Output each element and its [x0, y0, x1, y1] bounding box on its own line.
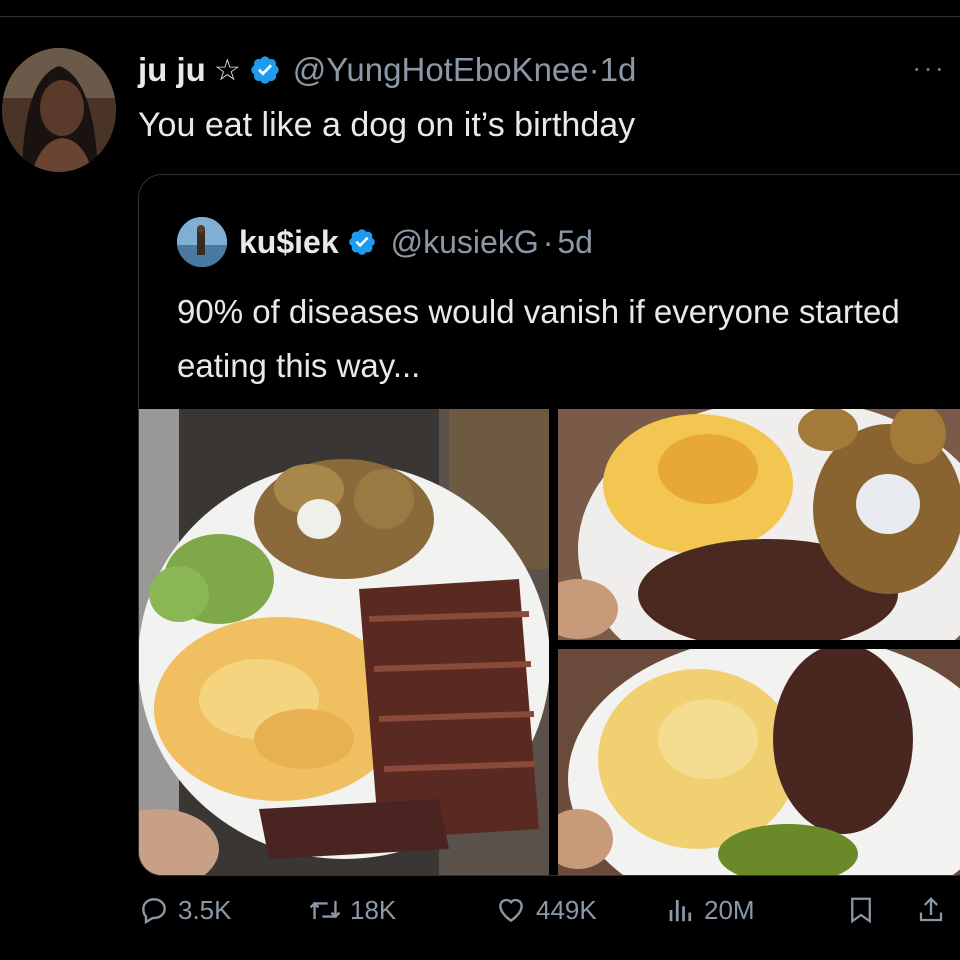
verified-icon: [348, 229, 375, 255]
quoted-tweet[interactable]: ku$iek @kusiekG · 5d 90% of diseases wou…: [138, 174, 960, 876]
quote-time-separator: ·: [542, 223, 554, 260]
reply-icon: [142, 898, 166, 925]
plate-eggs-beef-potatoes: [558, 409, 960, 640]
media-image-1[interactable]: [139, 409, 549, 875]
tweet-header: ju ju ☆ @YungHotEboKnee · 1d: [138, 48, 636, 92]
quote-header: ku$iek @kusiekG · 5d: [239, 217, 593, 267]
views-button[interactable]: 20M: [666, 890, 755, 930]
quote-avatar[interactable]: [177, 217, 227, 267]
media-image-3[interactable]: [558, 649, 960, 875]
quote-avatar-image: [177, 217, 227, 267]
bookmark-button[interactable]: [846, 890, 884, 930]
tweet-text: You eat like a dog on it’s birthday: [138, 106, 636, 144]
time-separator: ·: [588, 51, 600, 88]
more-icon[interactable]: ···: [912, 52, 946, 84]
bookmark-icon: [851, 897, 871, 924]
share-button[interactable]: [916, 890, 954, 930]
media-grid: [139, 409, 960, 875]
views-icon: [669, 900, 692, 922]
repost-button[interactable]: 18K: [308, 890, 396, 930]
share-icon: [919, 897, 943, 922]
display-name[interactable]: ju ju: [138, 51, 206, 89]
quote-handle[interactable]: @kusiekG: [391, 224, 539, 261]
reply-button[interactable]: 3.5K: [138, 890, 232, 930]
like-count: 449K: [536, 894, 597, 925]
avatar[interactable]: [2, 48, 116, 172]
handle[interactable]: @YungHotEboKnee: [293, 51, 589, 89]
reply-count: 3.5K: [178, 894, 232, 925]
top-divider: [0, 16, 960, 17]
media-image-2[interactable]: [558, 409, 960, 640]
star-icon: ☆: [213, 53, 241, 87]
quote-display-name[interactable]: ku$iek: [239, 224, 339, 261]
quote-timestamp[interactable]: 5d: [557, 224, 593, 261]
like-icon: [499, 898, 523, 923]
avatar-image: [2, 48, 116, 172]
quote-text: 90% of diseases would vanish if everyone…: [177, 293, 900, 384]
repost-count: 18K: [350, 894, 397, 925]
repost-icon: [309, 900, 341, 920]
plate-steak-eggs-potatoes-avocado: [139, 409, 549, 875]
views-count: 20M: [704, 894, 755, 925]
verified-icon: [251, 56, 279, 84]
plate-eggs-beef-pickles: [558, 649, 960, 875]
action-bar: 3.5K 18K 449K 20M: [0, 880, 960, 940]
timestamp[interactable]: 1d: [600, 51, 637, 89]
like-button[interactable]: 449K: [494, 890, 597, 930]
